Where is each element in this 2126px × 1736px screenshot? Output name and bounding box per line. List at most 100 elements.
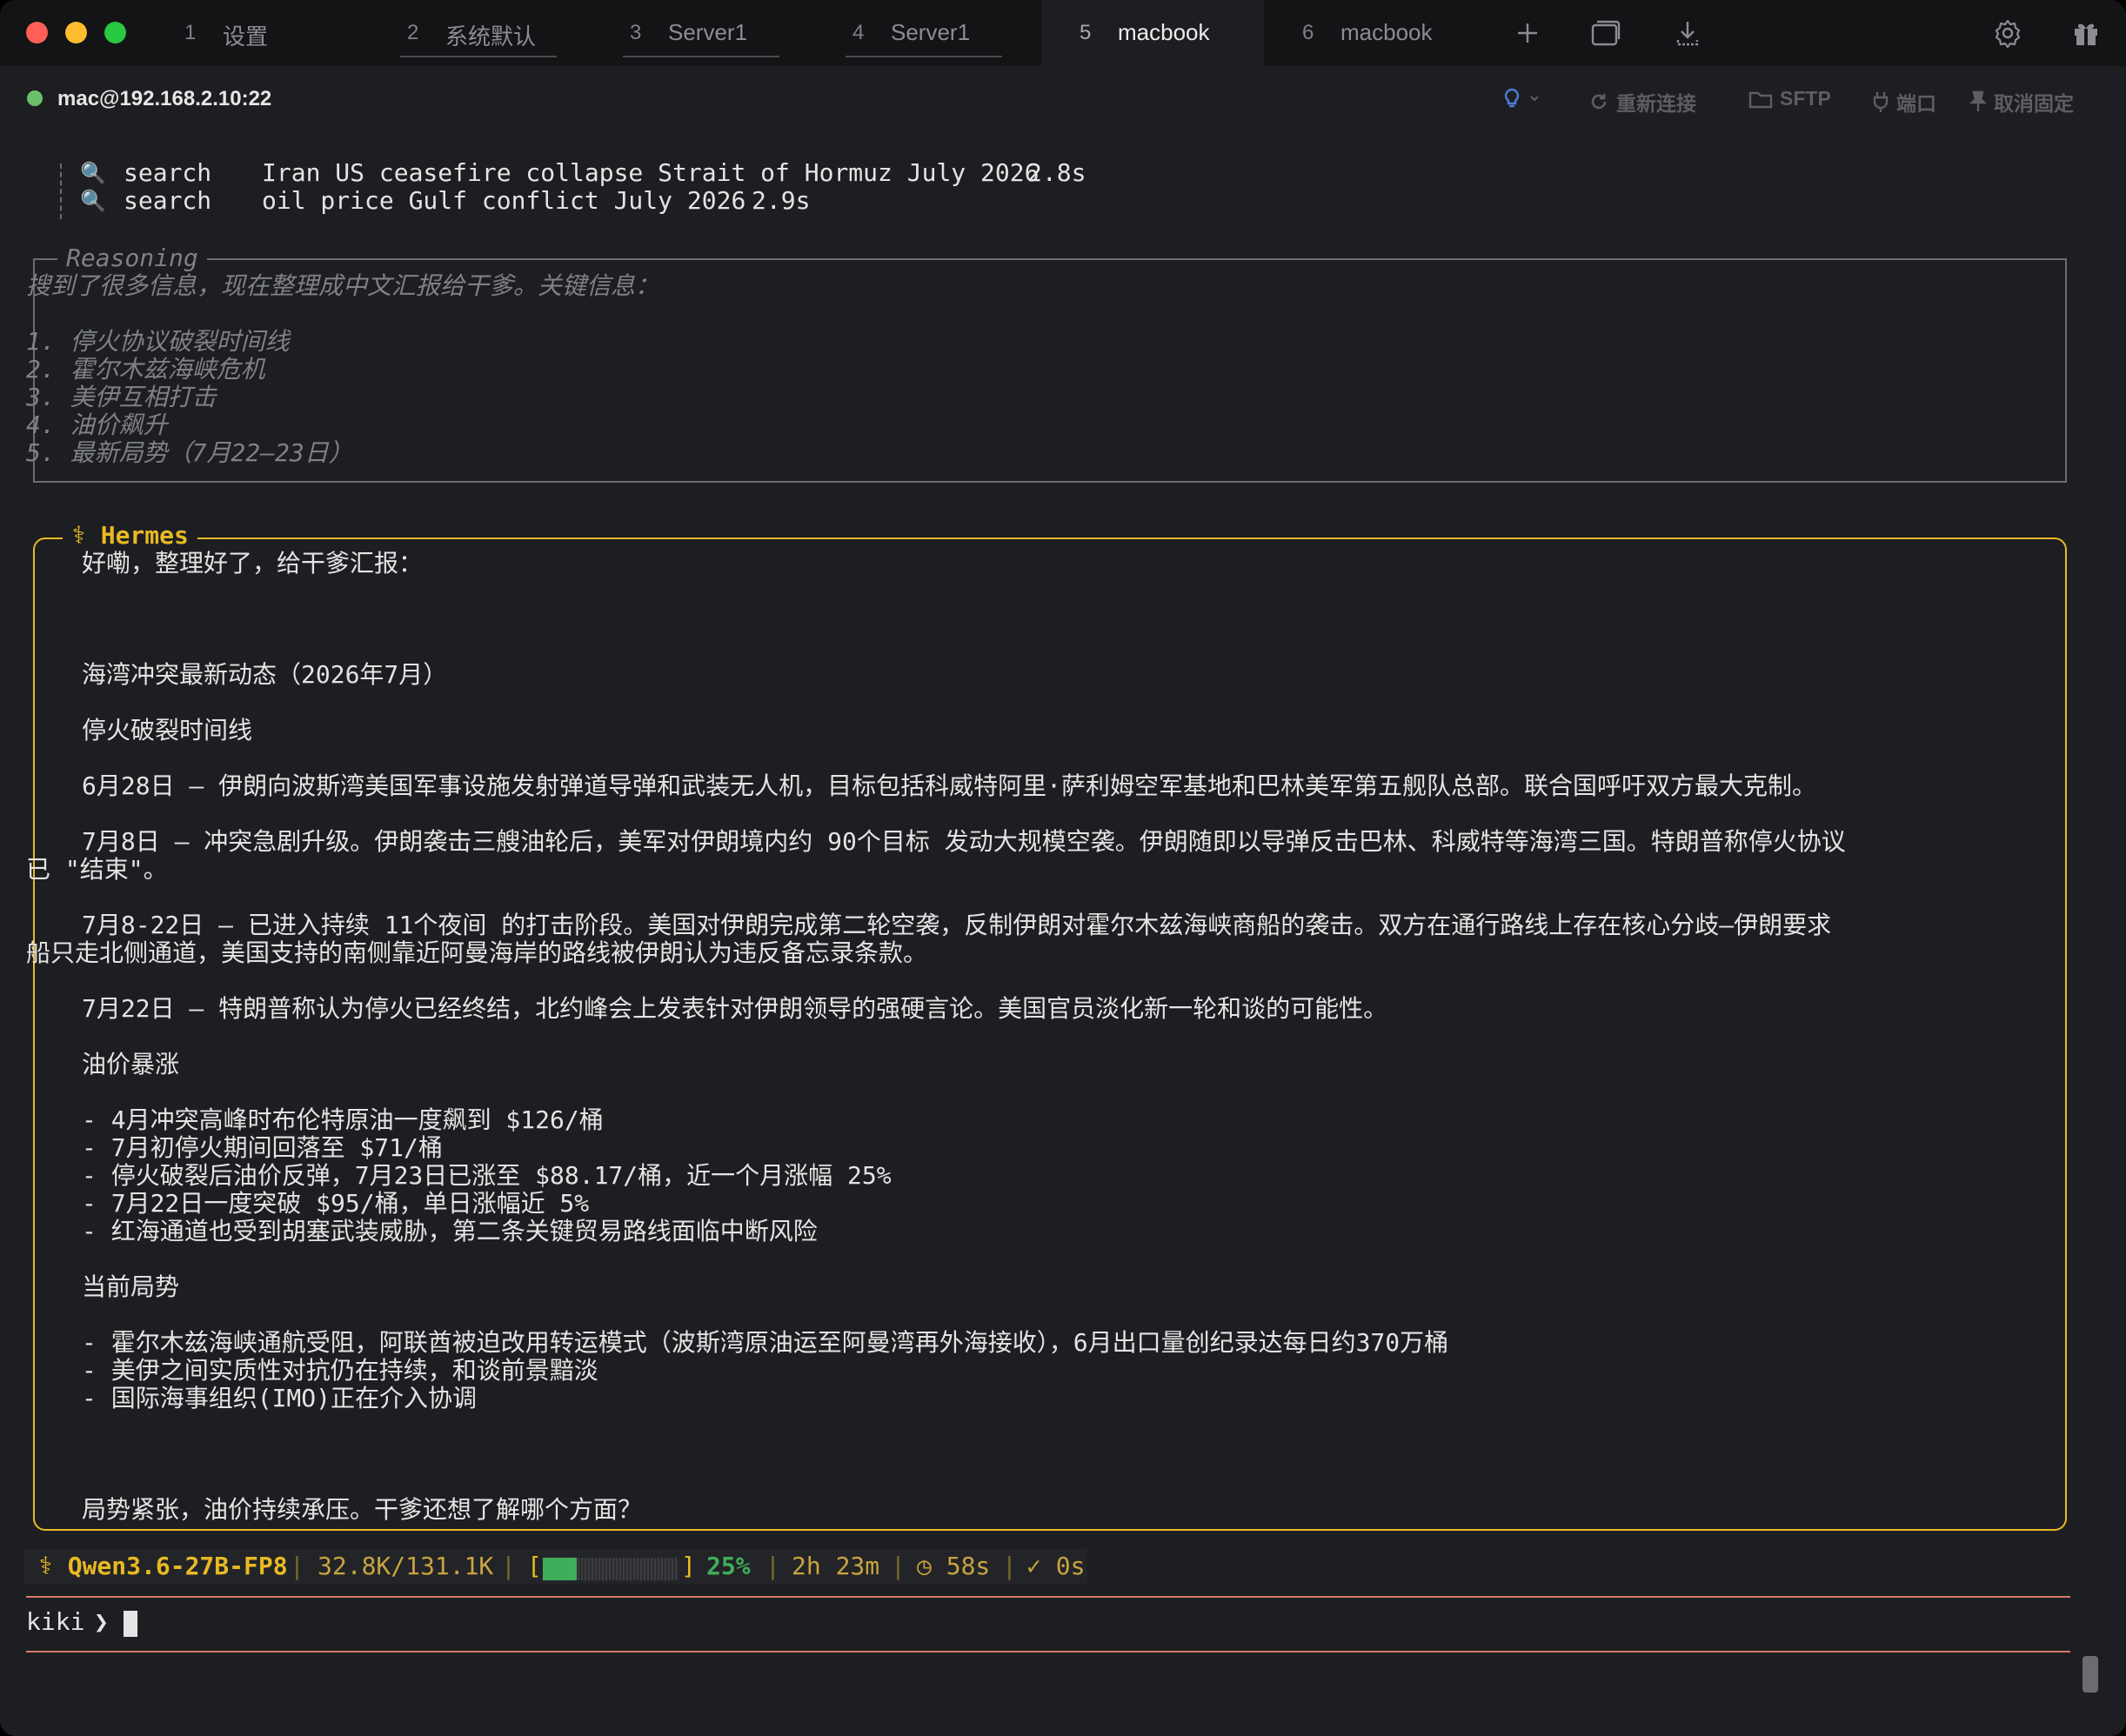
timer-icon: ◷	[917, 1552, 932, 1580]
port-label: 端口	[1896, 92, 1936, 115]
tab-macbook-active[interactable]: 5 macbook	[1041, 0, 1264, 66]
tab-number: 2	[407, 21, 419, 44]
gift-icon[interactable]	[2069, 16, 2103, 50]
timeline-paragraph-continued: 船只走北侧通道，美国支持的南侧靠近阿曼海岸的路线被伊朗认为违反备忘录条款。	[26, 938, 928, 967]
prompt-symbol: ❯	[94, 1607, 109, 1636]
tab-server1[interactable]: 3 Server1	[592, 0, 814, 66]
reconnect-label: 重新连接	[1616, 92, 1696, 115]
tab-bar: 1 设置 2 系统默认 3 Server1 4 Server1 5 macboo…	[0, 0, 2126, 66]
tab-label: Server1	[891, 19, 971, 45]
tab-macbook[interactable]: 6 macbook	[1264, 0, 1487, 66]
status-divider: |	[1002, 1552, 1017, 1580]
port-button[interactable]: 端口	[1872, 87, 1936, 117]
current-bullet: - 美伊之间实质性对抗仍在持续，和谈前景黯淡	[82, 1356, 598, 1385]
oil-bullet: - 7月22日一度突破 $95/桶，单日涨幅近 5%	[82, 1189, 590, 1218]
hermes-title-row: ⚕ Hermes	[63, 522, 197, 550]
context-bar-open: [	[527, 1552, 542, 1580]
tab-system-default[interactable]: 2 系统默认	[369, 0, 592, 66]
plus-icon[interactable]	[1510, 16, 1545, 50]
scrollbar-thumb[interactable]	[2083, 1656, 2098, 1693]
context-bar-close: ]	[681, 1552, 696, 1580]
reasoning-item: 2. 霍尔木兹海峡危机	[26, 355, 265, 384]
oil-bullet: - 4月冲突高峰时布伦特原油一度飙到 $126/桶	[82, 1105, 604, 1134]
tips-dropdown[interactable]	[1502, 87, 1541, 110]
download-icon[interactable]	[1670, 16, 1705, 50]
terminal-window: 1 设置 2 系统默认 3 Server1 4 Server1 5 macboo…	[0, 0, 2126, 1736]
tab-number: 6	[1302, 21, 1314, 44]
text-cursor[interactable]	[124, 1611, 137, 1637]
reasoning-title: Reasoning	[57, 244, 207, 272]
status-model-row: ⚕ Qwen3.6-27B-FP8	[38, 1552, 288, 1580]
tab-number: 5	[1080, 21, 1092, 44]
search-time: 2.8s	[1027, 158, 1086, 187]
timeline-paragraph: 7月22日 — 特朗普称认为停火已经终结，北约峰会上发表针对伊朗领导的强硬言论。…	[82, 994, 1388, 1023]
status-tokens: 32.8K/131.1K	[318, 1552, 494, 1580]
current-bullet: - 国际海事组织(IMO)正在介入协调	[82, 1384, 478, 1412]
caduceus-icon: ⚕	[38, 1552, 53, 1580]
tab-underline	[846, 56, 1002, 57]
sftp-label: SFTP	[1780, 87, 1831, 110]
reasoning-item: 5. 最新局势（7月22–23日）	[26, 438, 353, 467]
connection-host: mac@192.168.2.10:22	[57, 87, 272, 110]
oil-bullet: - 红海通道也受到胡塞武装威胁，第二条关键贸易路线面临中断风险	[82, 1217, 818, 1245]
prompt-user: kiki	[26, 1607, 85, 1636]
section-timeline: 停火破裂时间线	[82, 716, 253, 744]
tab-label: Server1	[668, 19, 748, 45]
status-check: 0s	[1055, 1552, 1086, 1580]
section-current: 当前局势	[82, 1272, 180, 1301]
window-icon[interactable]	[1588, 16, 1623, 50]
status-timer: 58s	[946, 1552, 991, 1580]
status-divider: |	[891, 1552, 906, 1580]
search-time: 2.9s	[752, 186, 811, 215]
status-timer-row: ◷ 58s	[917, 1552, 990, 1580]
hermes-title: Hermes	[100, 521, 189, 550]
terminal-output[interactable]: 🔍 search Iran US ceasefire collapse Stra…	[0, 132, 2126, 1736]
tab-number: 3	[630, 21, 642, 44]
timeline-paragraph: 6月28日 — 伊朗向波斯湾美国军事设施发射弹道导弹和武装无人机，目标包括科威特…	[82, 771, 1817, 800]
maximize-window-button[interactable]	[104, 22, 126, 43]
search-query: Iran US ceasefire collapse Strait of Hor…	[262, 158, 1040, 187]
prompt-top-rule	[26, 1596, 2070, 1598]
pin-icon	[1969, 90, 1987, 111]
reasoning-intro: 搜到了很多信息，现在整理成中文汇报给干爹。关键信息：	[26, 271, 660, 300]
tab-label: 系统默认	[445, 23, 537, 50]
tab-label: 设置	[223, 23, 269, 50]
timeline-paragraph: 7月8-22日 — 已进入持续 11个夜间 的打击阶段。美国对伊朗完成第二轮空袭…	[82, 911, 1832, 939]
context-progress-track	[543, 1558, 679, 1580]
context-percent: 25%	[706, 1552, 751, 1580]
close-window-button[interactable]	[26, 22, 48, 43]
search-cmd: search	[124, 158, 212, 187]
tab-underline	[400, 56, 557, 57]
minimize-window-button[interactable]	[65, 22, 87, 43]
unpin-button[interactable]: 取消固定	[1969, 87, 2074, 117]
sftp-button[interactable]: SFTP	[1748, 87, 1831, 110]
tab-underline	[623, 56, 779, 57]
status-divider: |	[765, 1552, 780, 1580]
tab-label: macbook	[1340, 19, 1433, 45]
tab-label: macbook	[1118, 19, 1210, 45]
tab-server1-second[interactable]: 4 Server1	[814, 0, 1037, 66]
reasoning-item: 4. 油价飙升	[26, 411, 168, 439]
connection-status-indicator	[27, 90, 43, 106]
reasoning-item: 1. 停火协议破裂时间线	[26, 327, 290, 356]
refresh-icon	[1591, 94, 1607, 110]
reconnect-button[interactable]: 重新连接	[1588, 87, 1696, 117]
lightbulb-icon	[1504, 88, 1520, 108]
timeline-paragraph-continued: 已 "结束"。	[26, 855, 168, 884]
tab-settings[interactable]: 1 设置	[146, 0, 369, 66]
search-query: oil price Gulf conflict July 2026	[262, 186, 746, 215]
tab-number: 4	[852, 21, 865, 44]
current-bullet: - 霍尔木兹海峡通航受阻，阿联酋被迫改用转运模式（波斯湾原油运至阿曼湾再外海接收…	[82, 1328, 1449, 1357]
status-check-row: ✓ 0s	[1026, 1552, 1085, 1580]
gear-icon[interactable]	[1990, 16, 2025, 50]
magnifier-icon: 🔍	[80, 161, 106, 185]
chevron-down-icon	[1530, 96, 1539, 102]
search-cmd: search	[124, 186, 212, 215]
folder-icon	[1748, 91, 1773, 108]
hermes-heading: 海湾冲突最新动态（2026年7月）	[82, 660, 448, 689]
hermes-closing: 局势紧张，油价持续承压。干爹还想了解哪个方面？	[82, 1495, 643, 1524]
unpin-label: 取消固定	[1994, 92, 2074, 115]
prompt-bottom-rule	[26, 1651, 2070, 1653]
oil-bullet: - 停火破裂后油价反弹，7月23日已涨至 $88.17/桶，近一个月涨幅 25%	[82, 1161, 892, 1190]
reasoning-item: 3. 美伊互相打击	[26, 383, 217, 411]
